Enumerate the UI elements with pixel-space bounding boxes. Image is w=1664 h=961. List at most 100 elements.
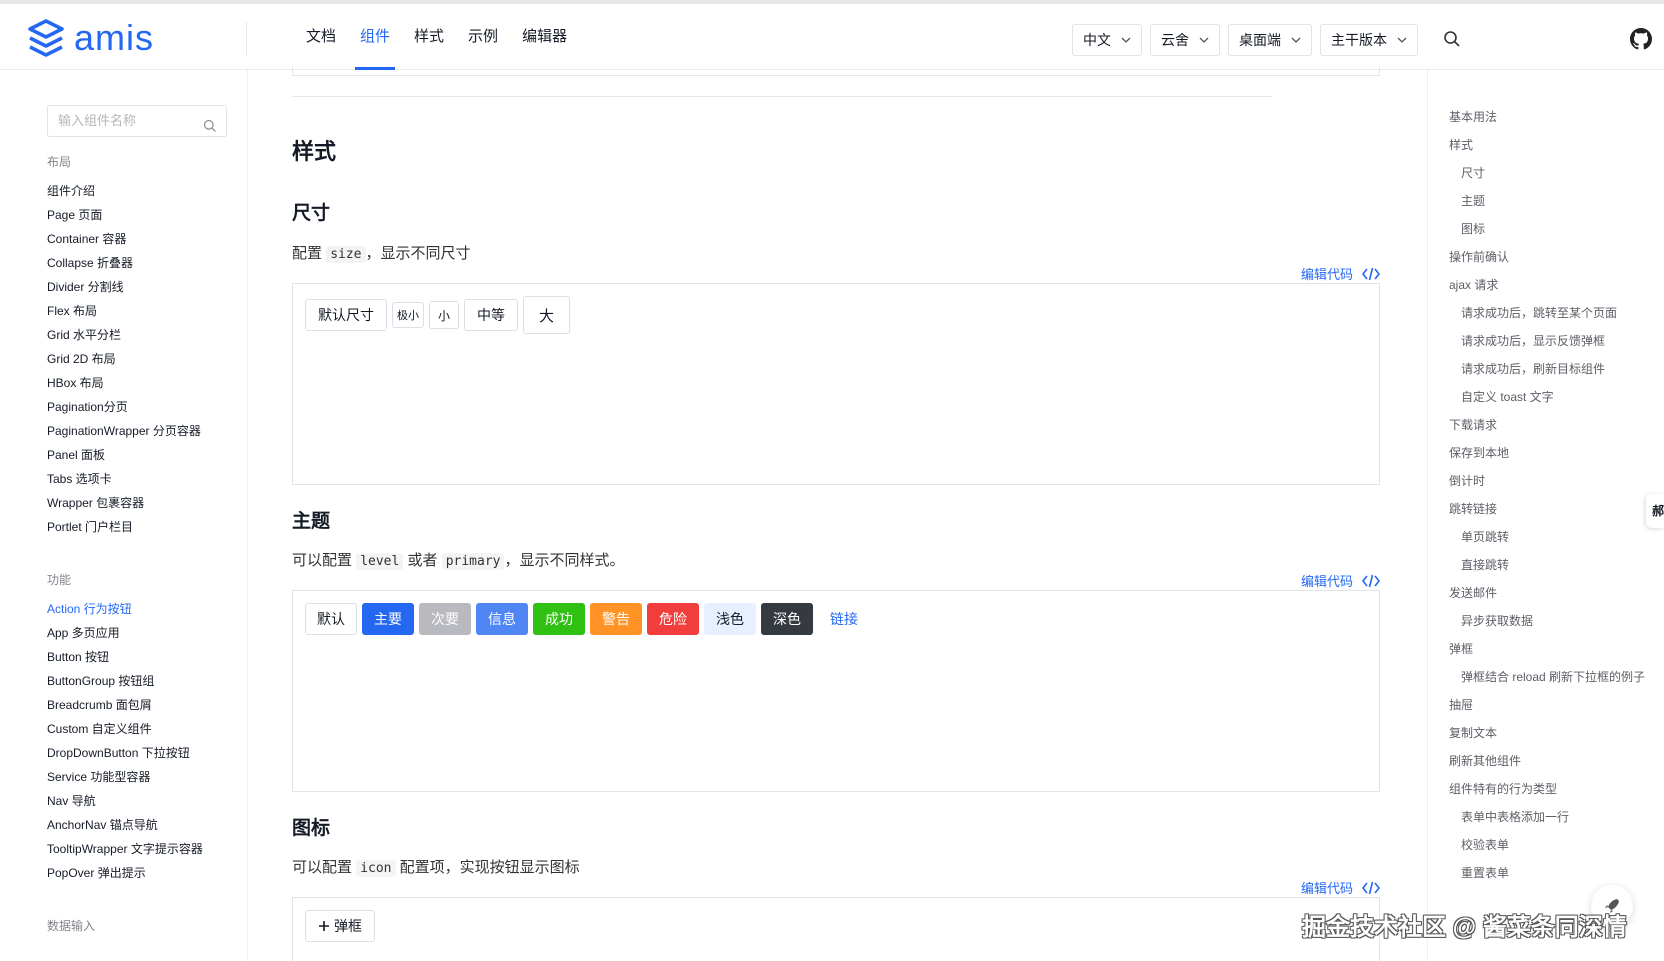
toc-item[interactable]: 尺寸 bbox=[1449, 160, 1649, 188]
toc-item[interactable]: 异步获取数据 bbox=[1449, 608, 1649, 636]
theme-button-default[interactable]: 默认 bbox=[305, 603, 357, 635]
theme-button-link[interactable]: 链接 bbox=[818, 603, 870, 635]
sidebar-item[interactable]: Action 行为按钮 bbox=[47, 597, 203, 621]
theme-button-primary[interactable]: 主要 bbox=[362, 603, 414, 635]
toc-item[interactable]: 下载请求 bbox=[1449, 412, 1649, 440]
toc-item[interactable]: 组件特有的行为类型 bbox=[1449, 776, 1649, 804]
toc-item[interactable]: 复制文本 bbox=[1449, 720, 1649, 748]
toc-item[interactable]: 主题 bbox=[1449, 188, 1649, 216]
sidebar-item[interactable]: Pagination分页 bbox=[47, 395, 201, 419]
sidebar-item[interactable]: Tabs 选项卡 bbox=[47, 467, 201, 491]
toc-item[interactable]: 表单中表格添加一行 bbox=[1449, 804, 1649, 832]
sidebar-item[interactable]: Wrapper 包裹容器 bbox=[47, 491, 201, 515]
header-select-label: 中文 bbox=[1083, 32, 1111, 48]
toc-item[interactable]: 基本用法 bbox=[1449, 104, 1649, 132]
toc-item[interactable]: 样式 bbox=[1449, 132, 1649, 160]
sidebar-item[interactable]: Nav 导航 bbox=[47, 789, 203, 813]
edge-tab[interactable]: 郝 bbox=[1646, 494, 1664, 528]
sidebar-item[interactable]: Grid 水平分栏 bbox=[47, 323, 201, 347]
sidebar-item[interactable]: Panel 面板 bbox=[47, 443, 201, 467]
toc-item[interactable]: ajax 请求 bbox=[1449, 272, 1649, 300]
nav-item-0[interactable]: 文档 bbox=[298, 4, 344, 70]
toc-item[interactable]: 单页跳转 bbox=[1449, 524, 1649, 552]
toc-item[interactable]: 跳转链接 bbox=[1449, 496, 1649, 524]
sidebar-item[interactable]: Container 容器 bbox=[47, 227, 201, 251]
toc-item[interactable]: 保存到本地 bbox=[1449, 440, 1649, 468]
nav-item-1[interactable]: 组件 bbox=[352, 4, 398, 70]
theme-button-warning[interactable]: 警告 bbox=[590, 603, 642, 635]
header-select-2[interactable]: 桌面端 bbox=[1228, 24, 1312, 56]
previous-demo-box bbox=[292, 66, 1380, 76]
chevron-down-icon bbox=[1121, 37, 1131, 43]
size-button-1[interactable]: 极小 bbox=[392, 302, 424, 328]
sidebar-item[interactable]: Custom 自定义组件 bbox=[47, 717, 203, 741]
dialog-button[interactable]: 弹框 bbox=[305, 910, 375, 942]
toc-item[interactable]: 请求成功后，刷新目标组件 bbox=[1449, 356, 1649, 384]
sidebar-item[interactable]: PaginationWrapper 分页容器 bbox=[47, 419, 201, 443]
size-demo-box: 默认尺寸 极小小中等大 bbox=[292, 283, 1380, 485]
theme-button-light[interactable]: 浅色 bbox=[704, 603, 756, 635]
theme-button-success[interactable]: 成功 bbox=[533, 603, 585, 635]
theme-button-info[interactable]: 信息 bbox=[476, 603, 528, 635]
amis-logo[interactable]: amis bbox=[26, 18, 154, 58]
theme-desc-code-primary: primary bbox=[441, 553, 505, 570]
sidebar-item[interactable]: App 多页应用 bbox=[47, 621, 203, 645]
edit-code-label: 编辑代码 bbox=[1300, 574, 1353, 589]
edit-code-link-icon[interactable]: 编辑代码 bbox=[1301, 878, 1380, 897]
sidebar-item[interactable]: Collapse 折叠器 bbox=[47, 251, 201, 275]
sidebar-item[interactable]: DropDownButton 下拉按钮 bbox=[47, 741, 203, 765]
sidebar-item[interactable]: Flex 布局 bbox=[47, 299, 201, 323]
theme-button-secondary[interactable]: 次要 bbox=[419, 603, 471, 635]
header-select-label: 主干版本 bbox=[1331, 32, 1387, 48]
logo-text: amis bbox=[74, 17, 155, 58]
sidebar-item[interactable]: 组件介绍 bbox=[47, 179, 201, 203]
size-button-3[interactable]: 中等 bbox=[464, 299, 519, 331]
toc-item[interactable]: 操作前确认 bbox=[1449, 244, 1649, 272]
sidebar-item[interactable]: Page 页面 bbox=[47, 203, 201, 227]
toc-item[interactable]: 请求成功后，跳转至某个页面 bbox=[1449, 300, 1649, 328]
sidebar-item[interactable]: Breadcrumb 面包屑 bbox=[47, 693, 203, 717]
edit-code-link-theme[interactable]: 编辑代码 bbox=[1301, 571, 1380, 590]
toc-item[interactable]: 重置表单 bbox=[1449, 860, 1649, 888]
size-button-0[interactable]: 默认尺寸 bbox=[305, 299, 387, 331]
top-nav: 文档 组件 样式 示例 编辑器 bbox=[298, 4, 583, 70]
header-select-1[interactable]: 云舍 bbox=[1150, 24, 1220, 56]
github-icon[interactable] bbox=[1630, 28, 1652, 55]
theme-button-dark[interactable]: 深色 bbox=[761, 603, 813, 635]
toc-item[interactable]: 发送邮件 bbox=[1449, 580, 1649, 608]
toc-item[interactable]: 直接跳转 bbox=[1449, 552, 1649, 580]
toc-item[interactable]: 自定义 toast 文字 bbox=[1449, 384, 1649, 412]
search-icon[interactable] bbox=[1443, 30, 1461, 53]
nav-item-4[interactable]: 编辑器 bbox=[514, 4, 575, 70]
sidebar-item[interactable]: Button 按钮 bbox=[47, 645, 203, 669]
component-search-input[interactable]: 输入组件名称 bbox=[47, 105, 227, 137]
sidebar-item[interactable]: ButtonGroup 按钮组 bbox=[47, 669, 203, 693]
toc-item[interactable]: 倒计时 bbox=[1449, 468, 1649, 496]
sidebar-layout-list: 组件介绍 Page 页面 Container 容器 Collapse 折叠器 Divid… bbox=[47, 179, 201, 539]
size-button-2[interactable]: 小 bbox=[429, 301, 460, 329]
toc-item[interactable]: 校验表单 bbox=[1449, 832, 1649, 860]
theme-button-danger[interactable]: 危险 bbox=[647, 603, 699, 635]
toc-item[interactable]: 刷新其他组件 bbox=[1449, 748, 1649, 776]
toc-item[interactable]: 请求成功后，显示反馈弹框 bbox=[1449, 328, 1649, 356]
sidebar-item[interactable]: Portlet 门户栏目 bbox=[47, 515, 201, 539]
search-icon[interactable] bbox=[203, 114, 217, 144]
toc-item[interactable]: 抽屉 bbox=[1449, 692, 1649, 720]
sidebar-item[interactable]: Service 功能型容器 bbox=[47, 765, 203, 789]
sidebar-item[interactable]: HBox 布局 bbox=[47, 371, 201, 395]
nav-item-2[interactable]: 样式 bbox=[406, 4, 452, 70]
size-button-row: 默认尺寸 极小小中等大 bbox=[305, 296, 571, 334]
sidebar-item[interactable]: Divider 分割线 bbox=[47, 275, 201, 299]
sidebar-item[interactable]: Grid 2D 布局 bbox=[47, 347, 201, 371]
header-select-0[interactable]: 中文 bbox=[1072, 24, 1142, 56]
toc-item[interactable]: 弹框 bbox=[1449, 636, 1649, 664]
sidebar-item[interactable]: TooltipWrapper 文字提示容器 bbox=[47, 837, 203, 861]
header-select-3[interactable]: 主干版本 bbox=[1320, 24, 1418, 56]
sidebar-item[interactable]: AnchorNav 锚点导航 bbox=[47, 813, 203, 837]
toc-item[interactable]: 弹框结合 reload 刷新下拉框的例子 bbox=[1449, 664, 1649, 692]
size-button-4[interactable]: 大 bbox=[523, 296, 571, 334]
edit-code-link-size[interactable]: 编辑代码 bbox=[1301, 264, 1380, 283]
nav-item-3[interactable]: 示例 bbox=[460, 4, 506, 70]
toc-item[interactable]: 图标 bbox=[1449, 216, 1649, 244]
sidebar-item[interactable]: PopOver 弹出提示 bbox=[47, 861, 203, 885]
